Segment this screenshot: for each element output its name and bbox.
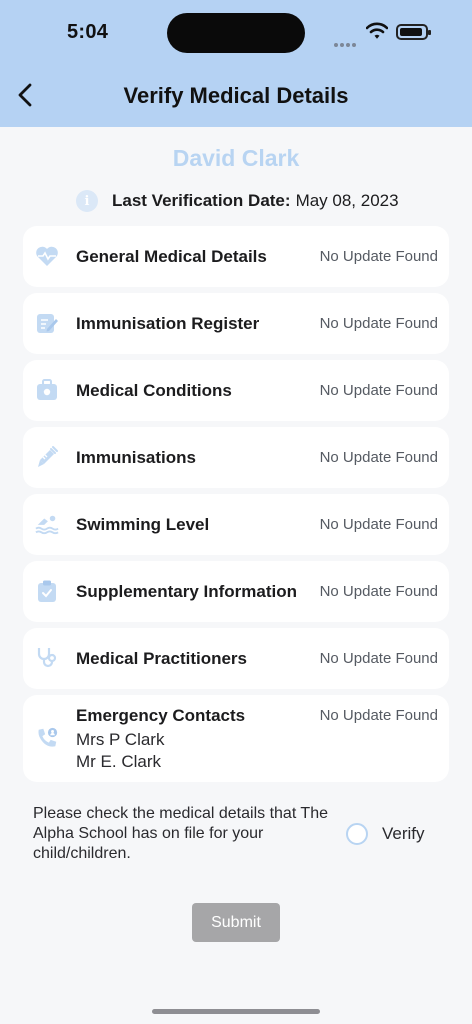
section-medical-conditions[interactable]: Medical Conditions No Update Found [23, 360, 449, 421]
edit-note-icon [35, 311, 59, 335]
status-time: 5:04 [67, 21, 109, 43]
section-title: Immunisations [76, 448, 196, 467]
heart-icon [35, 244, 59, 268]
section-status: No Update Found [319, 248, 438, 265]
section-medical-practitioners[interactable]: Medical Practitioners No Update Found [23, 628, 449, 689]
swimmer-icon [35, 512, 59, 536]
section-title: Supplementary Information [76, 582, 298, 601]
section-status: No Update Found [319, 516, 438, 533]
section-status: No Update Found [319, 650, 438, 667]
section-general-medical-details[interactable]: General Medical Details No Update Found [23, 226, 449, 287]
emergency-contact-name: Mr E. Clark [76, 752, 161, 771]
verify-radio[interactable] [346, 823, 368, 845]
section-status: No Update Found [319, 449, 438, 466]
section-title: Immunisation Register [76, 314, 260, 333]
wifi-icon [366, 22, 388, 39]
dynamic-island [167, 13, 305, 53]
info-icon: i [76, 190, 98, 212]
emergency-contact-name: Mrs P Clark [76, 730, 165, 749]
last-verification-label: Last Verification Date: [112, 191, 291, 210]
phone-contact-icon [35, 726, 59, 750]
battery-icon [396, 24, 431, 40]
home-indicator[interactable] [152, 1009, 320, 1014]
verification-instructions: Please check the medical details that Th… [33, 805, 328, 862]
verify-label[interactable]: Verify [382, 824, 425, 844]
section-status: No Update Found [319, 583, 438, 600]
section-title: Emergency Contacts [76, 706, 246, 725]
section-supplementary-information[interactable]: Supplementary Information No Update Foun… [23, 561, 449, 622]
header-bar: 5:04 Verify Medical Details [0, 0, 472, 127]
status-icons [334, 21, 434, 47]
submit-button[interactable]: Submit [192, 903, 280, 942]
clipboard-check-icon [35, 579, 59, 603]
section-immunisations[interactable]: Immunisations No Update Found [23, 427, 449, 488]
section-title: Swimming Level [76, 515, 210, 534]
page-title: Verify Medical Details [123, 83, 349, 108]
last-verification-date: May 08, 2023 [295, 191, 399, 210]
section-swimming-level[interactable]: Swimming Level No Update Found [23, 494, 449, 555]
student-name: David Clark [172, 145, 300, 171]
cellular-signal-icon [334, 34, 358, 52]
section-status: No Update Found [319, 382, 438, 399]
syringe-icon [35, 445, 59, 469]
section-status: No Update Found [319, 707, 438, 724]
section-title: Medical Practitioners [76, 649, 248, 668]
last-verification-row: i Last Verification Date: May 08, 2023 [76, 188, 399, 214]
section-emergency-contacts[interactable]: Emergency Contacts No Update Found Mrs P… [23, 695, 449, 782]
section-title: Medical Conditions [76, 381, 232, 400]
section-immunisation-register[interactable]: Immunisation Register No Update Found [23, 293, 449, 354]
stethoscope-icon [35, 646, 59, 670]
medical-bag-icon [35, 378, 59, 402]
section-status: No Update Found [319, 315, 438, 332]
section-title: General Medical Details [76, 247, 267, 266]
